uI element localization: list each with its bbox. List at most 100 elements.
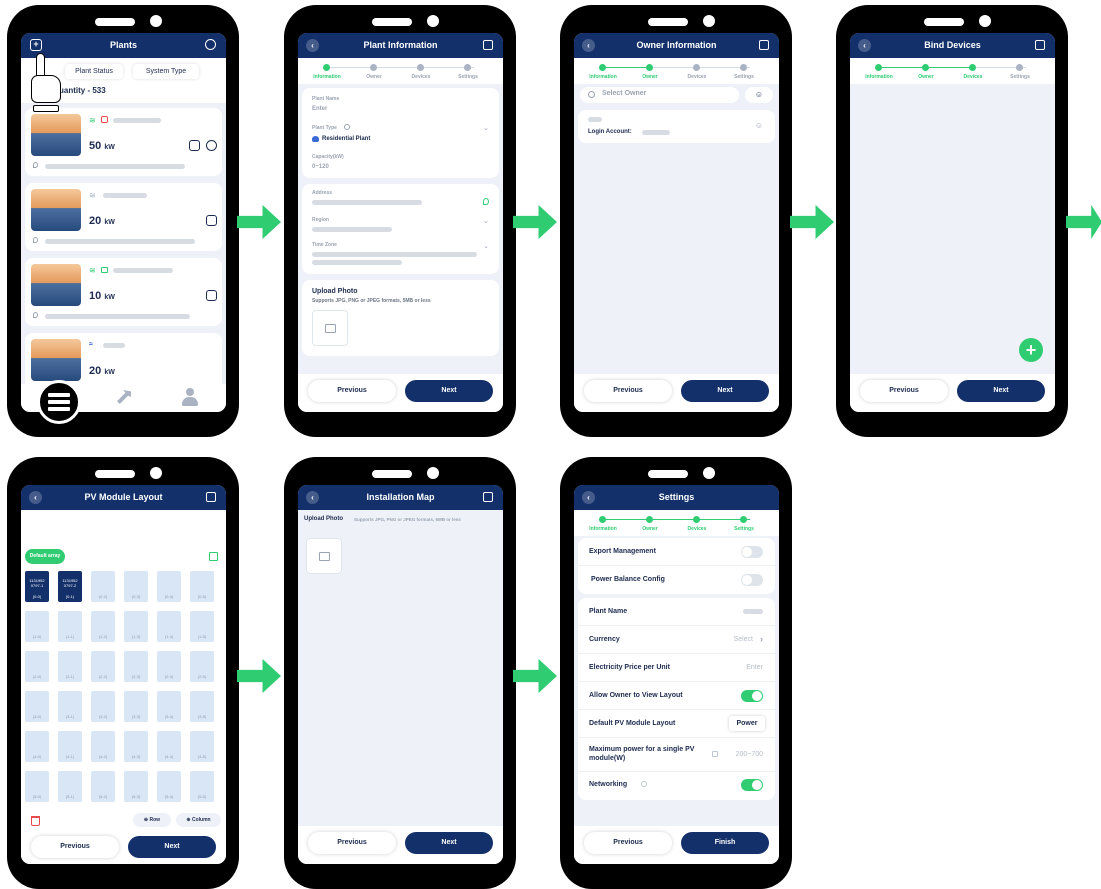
previous-button[interactable]: Previous <box>584 832 672 854</box>
edit-icon[interactable] <box>206 290 217 301</box>
default-layout-select[interactable]: Power <box>729 716 765 731</box>
pv-module-cell[interactable]: (3-5) <box>190 691 214 722</box>
chevron-down-icon[interactable]: ⌄ <box>483 217 489 225</box>
pv-module-cell[interactable]: (2-1) <box>58 651 82 682</box>
pv-module-cell[interactable]: (2-3) <box>124 651 148 682</box>
pv-module-cell[interactable]: (0-2) <box>91 571 115 602</box>
owner-card[interactable]: Login Account: ☺ <box>578 110 775 143</box>
pv-module-cell[interactable]: (2-4) <box>157 651 181 682</box>
back-icon[interactable]: ‹ <box>858 39 871 52</box>
pv-module-cell[interactable]: (5-5) <box>190 771 214 802</box>
previous-button[interactable]: Previous <box>584 380 672 402</box>
upload-photo-button[interactable] <box>312 310 348 346</box>
upload-photo-button[interactable] <box>306 538 342 574</box>
pv-module-cell[interactable]: (3-4) <box>157 691 181 722</box>
pv-module-cell[interactable]: (2-0) <box>25 651 49 682</box>
next-button[interactable]: Next <box>405 380 493 402</box>
nav-list-icon[interactable] <box>37 380 81 424</box>
pv-module-cell[interactable]: (3-0) <box>25 691 49 722</box>
previous-button[interactable]: Previous <box>31 836 119 858</box>
pv-module-cell[interactable]: (1-4) <box>157 611 181 642</box>
currency-row[interactable]: Currency Select › <box>578 626 775 654</box>
more-icon[interactable] <box>206 140 217 151</box>
pv-module-cell[interactable]: (1-3) <box>124 611 148 642</box>
pv-module-cell[interactable]: (5-0) <box>25 771 49 802</box>
pv-module-cell[interactable]: (3-1) <box>58 691 82 722</box>
export-management-toggle[interactable] <box>741 546 763 558</box>
pv-module-cell[interactable]: (4-4) <box>157 731 181 762</box>
edit-icon[interactable] <box>206 215 217 226</box>
capacity-input[interactable]: 0~120 <box>312 164 329 170</box>
plant-type-value[interactable]: Residential Plant <box>322 136 370 142</box>
next-button[interactable]: Next <box>957 380 1045 402</box>
back-icon[interactable]: ‹ <box>306 39 319 52</box>
back-icon[interactable]: ‹ <box>582 39 595 52</box>
pv-module-cell[interactable]: (1-5) <box>190 611 214 642</box>
step-label: Information <box>589 74 617 80</box>
pv-module-cell[interactable]: (1-1) <box>58 611 82 642</box>
plant-card[interactable]: ≋ 10 kW <box>25 258 222 326</box>
filter-system-type[interactable]: System Type <box>133 64 199 79</box>
back-icon[interactable]: ‹ <box>582 491 595 504</box>
pv-module-cell[interactable]: (5-4) <box>157 771 181 802</box>
next-button[interactable]: Next <box>681 380 769 402</box>
array-list-icon[interactable] <box>209 552 218 561</box>
previous-button[interactable]: Previous <box>860 380 948 402</box>
add-row-button[interactable]: ⊕ Row <box>133 813 171 827</box>
location-pin-icon[interactable] <box>483 198 489 205</box>
save-icon[interactable] <box>483 492 493 502</box>
back-icon[interactable]: ‹ <box>306 491 319 504</box>
default-array-tab[interactable]: Default array <box>25 549 65 564</box>
delete-icon[interactable] <box>31 816 40 826</box>
add-column-button[interactable]: ⊕ Column <box>176 813 221 827</box>
pv-module-cell[interactable]: (0-3) <box>124 571 148 602</box>
nav-profile-icon[interactable] <box>181 388 199 406</box>
chevron-down-icon[interactable]: ⌄ <box>483 242 489 250</box>
finish-button[interactable]: Finish <box>681 832 769 854</box>
edit-icon[interactable] <box>189 140 200 151</box>
pv-module-cell[interactable]: (3-2) <box>91 691 115 722</box>
save-icon[interactable] <box>206 492 216 502</box>
pv-module-cell[interactable]: (2-2) <box>91 651 115 682</box>
next-button[interactable]: Next <box>128 836 216 858</box>
plant-name-input[interactable]: Enter <box>312 106 327 112</box>
pv-module-cell[interactable]: 1131952 0797-1 (0-0) <box>25 571 49 602</box>
pv-module-cell[interactable]: (5-2) <box>91 771 115 802</box>
add-owner-icon[interactable]: ☺ <box>745 87 773 103</box>
pv-module-cell[interactable]: (4-5) <box>190 731 214 762</box>
previous-button[interactable]: Previous <box>308 380 396 402</box>
pv-module-cell[interactable]: (5-3) <box>124 771 148 802</box>
pv-module-cell[interactable]: (3-3) <box>124 691 148 722</box>
filter-plant-status[interactable]: Plant Status <box>65 64 123 79</box>
pv-module-cell[interactable]: (2-5) <box>190 651 214 682</box>
max-power-input[interactable]: 200~700 <box>736 751 763 758</box>
pv-module-cell[interactable]: 1131952 0797-2 (0-1) <box>58 571 82 602</box>
add-plant-icon[interactable]: + <box>30 39 42 51</box>
save-icon[interactable] <box>483 40 493 50</box>
nav-tools-icon[interactable] <box>117 390 131 404</box>
pv-module-cell[interactable]: (1-2) <box>91 611 115 642</box>
pv-module-cell[interactable]: (4-2) <box>91 731 115 762</box>
previous-button[interactable]: Previous <box>308 832 396 854</box>
chevron-down-icon[interactable]: ⌄ <box>483 124 489 132</box>
pv-module-cell[interactable]: (5-1) <box>58 771 82 802</box>
plant-card[interactable]: ≋ 50 kW <box>25 108 222 176</box>
electricity-price-input[interactable]: Enter <box>746 664 763 671</box>
save-icon[interactable] <box>1035 40 1045 50</box>
back-icon[interactable]: ‹ <box>29 491 42 504</box>
add-device-button[interactable]: + <box>1019 338 1043 362</box>
next-button[interactable]: Next <box>405 832 493 854</box>
search-icon[interactable] <box>205 39 216 50</box>
pv-module-cell[interactable]: (1-0) <box>25 611 49 642</box>
networking-toggle[interactable] <box>741 779 763 791</box>
save-icon[interactable] <box>759 40 769 50</box>
pv-module-cell[interactable]: (0-5) <box>190 571 214 602</box>
plant-card[interactable]: ≋ 20 kW <box>25 183 222 251</box>
allow-owner-toggle[interactable] <box>741 690 763 702</box>
owner-search-input[interactable]: Select Owner <box>580 87 739 103</box>
pv-module-cell[interactable]: (4-0) <box>25 731 49 762</box>
pv-module-cell[interactable]: (0-4) <box>157 571 181 602</box>
power-balance-toggle[interactable] <box>741 574 763 586</box>
pv-module-cell[interactable]: (4-1) <box>58 731 82 762</box>
pv-module-cell[interactable]: (4-3) <box>124 731 148 762</box>
